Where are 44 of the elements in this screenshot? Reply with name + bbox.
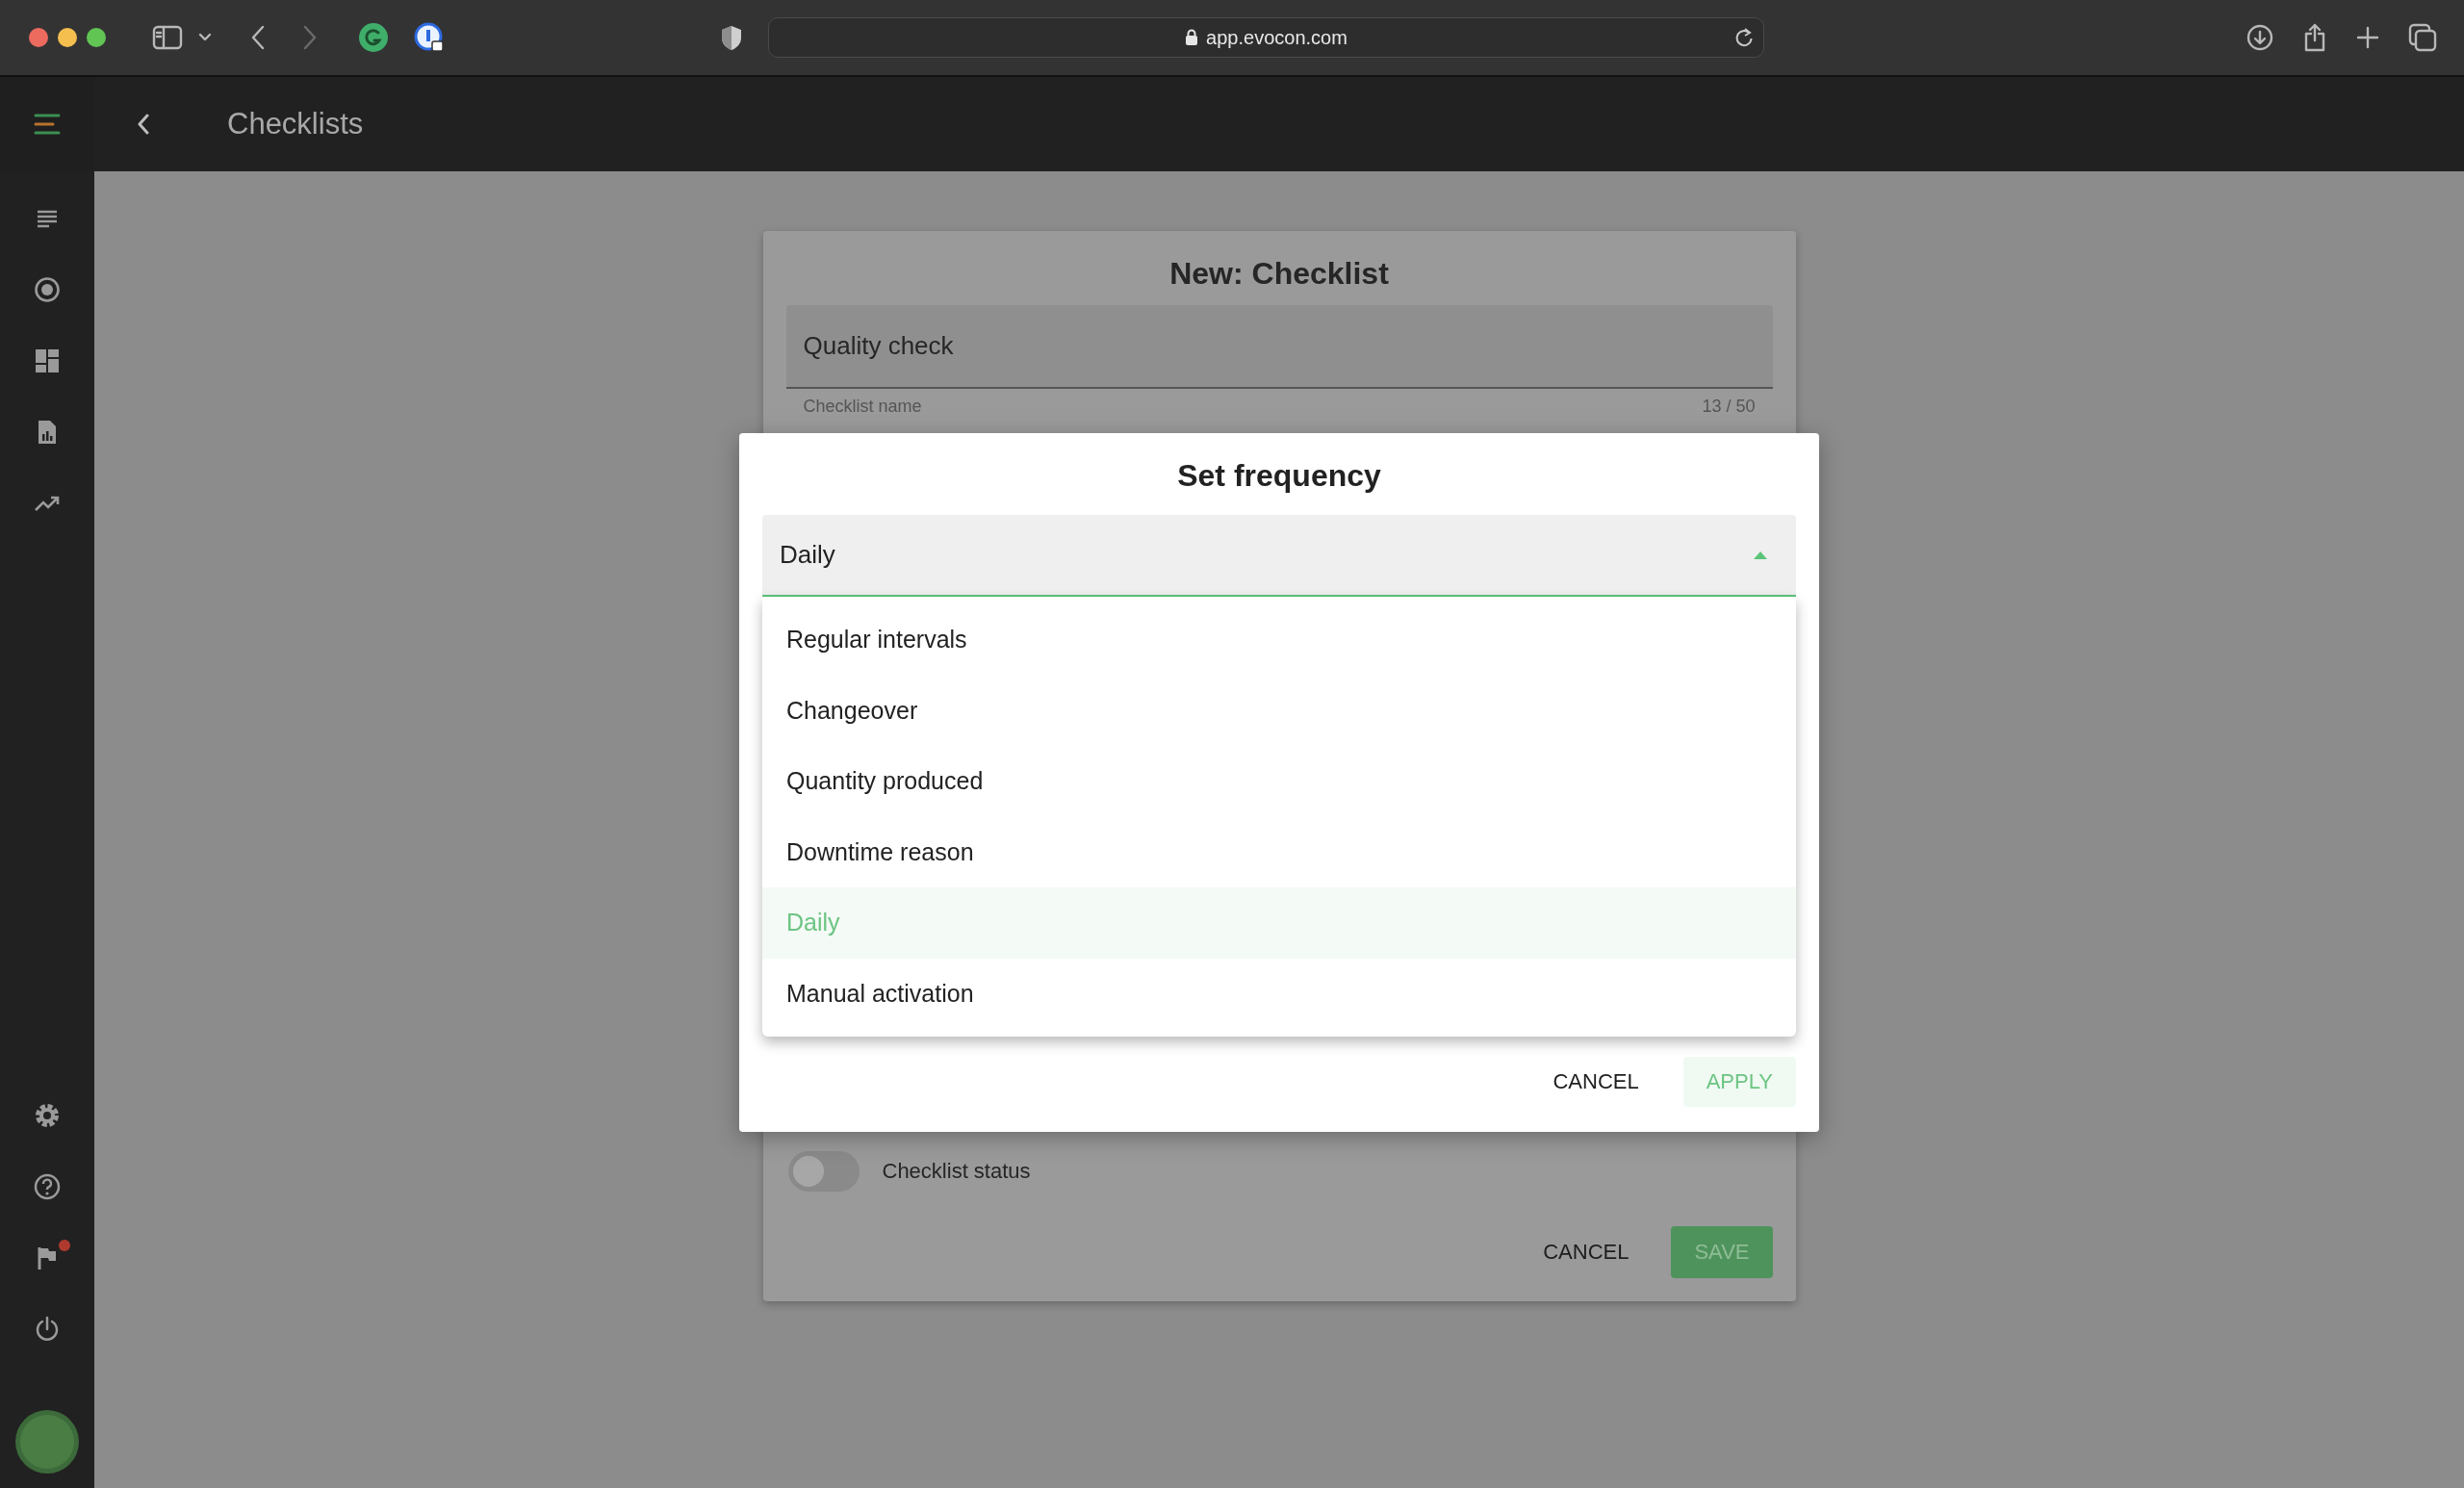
list-icon[interactable] [36, 209, 59, 228]
toggle-label: Checklist status [882, 1159, 1031, 1184]
menu-option[interactable]: Regular intervals [762, 604, 1796, 676]
character-counter: 13 / 50 [1702, 397, 1756, 417]
download-icon[interactable] [2246, 24, 2273, 51]
lock-icon [1185, 29, 1199, 46]
toggle-switch[interactable] [787, 1151, 860, 1192]
menu-icon[interactable] [34, 114, 61, 135]
menu-option[interactable]: Quantity produced [762, 746, 1796, 817]
url-text: app.evocon.com [1206, 26, 1348, 49]
chevron-down-icon[interactable] [198, 33, 212, 42]
window-control-icon[interactable] [87, 28, 106, 47]
tabs-icon[interactable] [2408, 23, 2437, 52]
text-field[interactable]: Quality check [785, 305, 1773, 389]
share-icon[interactable] [2302, 22, 2327, 53]
back-icon[interactable] [137, 114, 150, 135]
dropdown-field[interactable]: Daily [762, 515, 1796, 597]
page-title: Checklists [227, 107, 364, 141]
cancel-button[interactable]: CANCEL [1520, 1226, 1653, 1278]
cancel-button[interactable]: CANCEL [1529, 1057, 1662, 1107]
dashboard-icon[interactable] [35, 348, 60, 373]
help-icon[interactable] [34, 1173, 61, 1200]
dialog-title: New: Checklist [1168, 255, 1390, 293]
power-icon[interactable] [35, 1316, 60, 1343]
address-bar[interactable]: app.evocon.com [768, 17, 1764, 58]
menu-option[interactable]: Changeover [762, 675, 1796, 746]
settings-icon[interactable] [34, 1102, 61, 1129]
window-control-icon[interactable] [58, 28, 77, 47]
caret-up-icon [1754, 551, 1767, 559]
extension-icon[interactable] [414, 22, 445, 53]
trend-icon[interactable] [34, 495, 61, 512]
dialog-title: Set frequency [1176, 457, 1382, 495]
window-control-icon[interactable] [29, 28, 48, 47]
report-icon[interactable] [37, 419, 58, 446]
plus-icon[interactable] [2356, 26, 2379, 49]
flag-icon[interactable] [37, 1245, 58, 1270]
shield-icon[interactable] [720, 24, 743, 51]
back-icon[interactable] [250, 25, 266, 50]
sidebar-toggle-icon[interactable] [152, 25, 183, 50]
reload-icon[interactable] [1734, 27, 1754, 48]
menu-option[interactable]: Manual activation [762, 958, 1796, 1029]
record-icon[interactable] [34, 276, 61, 303]
menu-option[interactable]: Downtime reason [762, 816, 1796, 887]
field-label: Checklist name [803, 397, 922, 417]
